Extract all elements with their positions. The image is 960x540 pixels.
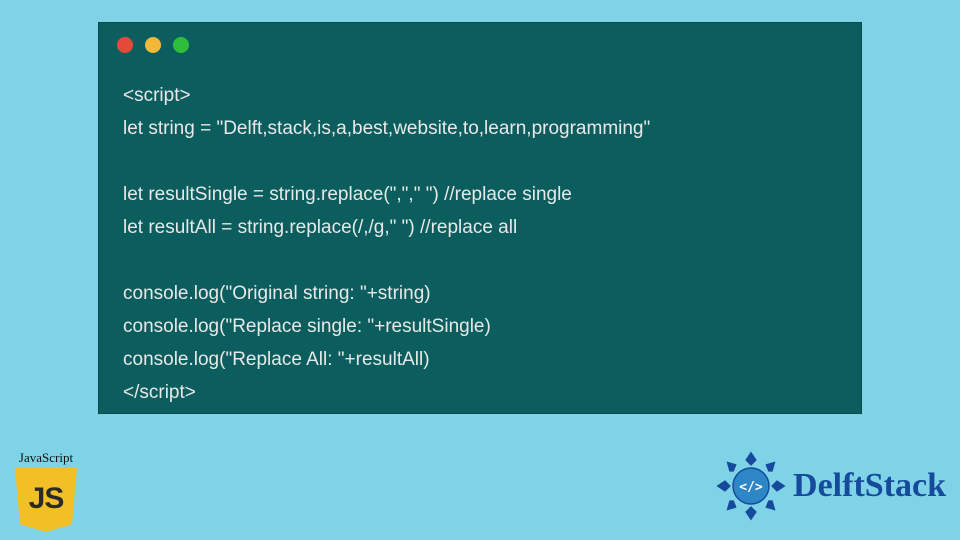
code-line: let resultAll = string.replace(/,/g," ")…: [123, 217, 517, 238]
code-line: let string = "Delft,stack,is,a,best,webs…: [123, 118, 650, 139]
code-line: </script>: [123, 382, 196, 403]
window-controls: [117, 37, 189, 53]
delftstack-emblem-icon: </>: [715, 450, 787, 522]
code-snippet-box: <script> let string = "Delft,stack,is,a,…: [98, 22, 862, 414]
code-line: console.log("Original string: "+string): [123, 283, 431, 304]
delftstack-logo: </> DelftStack: [715, 450, 946, 522]
code-line: console.log("Replace All: "+resultAll): [123, 349, 430, 370]
javascript-shield-icon: JS: [15, 468, 77, 532]
javascript-badge: JavaScript JS: [4, 450, 88, 532]
code-content: <script> let string = "Delft,stack,is,a,…: [123, 79, 841, 409]
svg-text:</>: </>: [739, 480, 763, 495]
code-line: <script>: [123, 85, 191, 106]
code-line: let resultSingle = string.replace(","," …: [123, 184, 572, 205]
maximize-icon: [173, 37, 189, 53]
minimize-icon: [145, 37, 161, 53]
code-line: console.log("Replace single: "+resultSin…: [123, 316, 491, 337]
javascript-shield-text: JS: [29, 482, 64, 516]
javascript-label: JavaScript: [4, 450, 88, 466]
close-icon: [117, 37, 133, 53]
delftstack-brand-text: DelftStack: [793, 467, 946, 505]
